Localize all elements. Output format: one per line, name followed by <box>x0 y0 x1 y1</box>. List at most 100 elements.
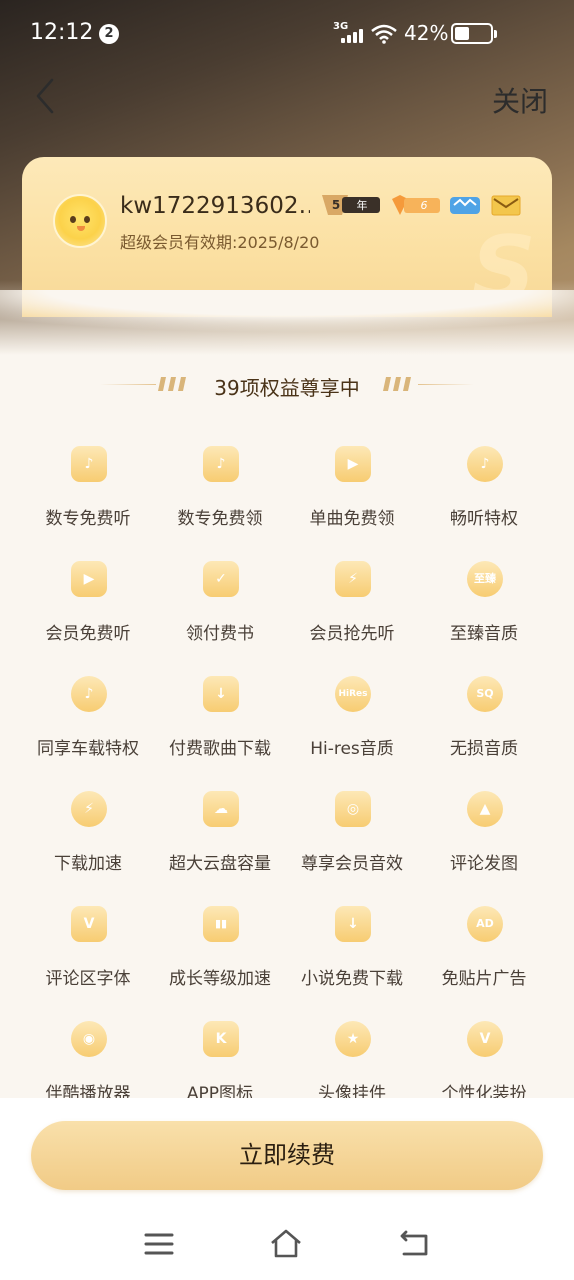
benefit-label: 头像挂件 <box>318 1084 386 1098</box>
benefit-glyph: ▶ <box>83 571 95 587</box>
comment-font-icon: V <box>71 906 107 942</box>
close-button[interactable]: 关闭 <box>492 80 548 120</box>
benefit-glyph: V <box>479 1031 491 1047</box>
back-return-icon[interactable] <box>398 1228 430 1260</box>
benefit-glyph: ▶ <box>347 456 359 472</box>
benefit-label: 无损音质 <box>450 739 518 759</box>
membership-expiry: 超级会员有效期:2025/8/20 <box>120 233 320 252</box>
benefit-label: 下载加速 <box>54 854 122 874</box>
avatar[interactable] <box>53 194 107 248</box>
benefit-label: 数专免费领 <box>177 509 263 529</box>
cloud-storage-icon: ☁ <box>203 791 239 827</box>
benefit-item[interactable]: ▶ 单曲免费领 <box>286 440 418 550</box>
benefit-glyph: ♪ <box>84 456 94 472</box>
benefit-item[interactable]: ◎ 尊享会员音效 <box>286 785 418 895</box>
car-music-icon: ♪ <box>71 676 107 712</box>
benefit-label: 至臻音质 <box>450 624 518 644</box>
benefit-glyph: ♪ <box>84 686 94 702</box>
fast-download-icon: ⚡ <box>71 791 107 827</box>
section-title: 39项权益尊享中 <box>214 376 360 400</box>
benefit-item[interactable]: SQ 无损音质 <box>418 670 550 780</box>
benefit-glyph: HiRes <box>338 689 368 699</box>
no-ad-icon: AD <box>467 906 503 942</box>
level-badge-icon[interactable]: 6 <box>390 193 442 217</box>
benefit-label: 超大云盘容量 <box>169 854 271 874</box>
tshirt-icon: V <box>467 1021 503 1057</box>
app-icon-icon: K <box>203 1021 239 1057</box>
benefit-glyph: ☁ <box>214 801 228 817</box>
title-deco-right-icon <box>383 377 411 391</box>
benefit-label: 畅听特权 <box>450 509 518 529</box>
benefit-item[interactable]: HiRes Hi-res音质 <box>286 670 418 780</box>
benefit-item[interactable]: ⚡ 下载加速 <box>22 785 154 895</box>
status-bar: 12:12 2 3G 42% <box>0 0 574 66</box>
avatar-pendant-icon: ★ <box>335 1021 371 1057</box>
benefit-item[interactable]: ♪ 同享车载特权 <box>22 670 154 780</box>
wifi-icon <box>371 24 397 44</box>
cell-signal-icon <box>341 29 365 43</box>
download-cloud-icon: ↓ <box>203 676 239 712</box>
benefit-label: 评论区字体 <box>45 969 131 989</box>
benefit-label: Hi-res音质 <box>310 739 394 759</box>
benefit-glyph: AD <box>476 917 494 930</box>
book-check-icon: ✓ <box>203 561 239 597</box>
benefit-item[interactable]: ♪ 数专免费领 <box>154 440 286 550</box>
benefit-glyph: ↓ <box>347 916 359 932</box>
benefit-item[interactable]: ▮▮ 成长等级加速 <box>154 900 286 1010</box>
benefit-item[interactable]: ◉ 伴酷播放器 <box>22 1015 154 1098</box>
benefit-item[interactable]: AD 免贴片广告 <box>418 900 550 1010</box>
menu-icon[interactable] <box>143 1228 175 1260</box>
benefit-glyph: ⚡ <box>348 571 358 587</box>
music-note-icon: ♪ <box>71 446 107 482</box>
benefit-item[interactable]: V 评论区字体 <box>22 900 154 1010</box>
novel-download-icon: ↓ <box>335 906 371 942</box>
benefit-item[interactable]: ♪ 数专免费听 <box>22 440 154 550</box>
sq-lossless-icon: SQ <box>467 676 503 712</box>
status-time: 12:12 <box>30 20 94 45</box>
benefit-label: 同享车载特权 <box>37 739 139 759</box>
master-quality-icon: 至臻 <box>467 561 503 597</box>
benefit-label: 个性化装扮 <box>441 1084 527 1098</box>
benefit-item[interactable]: ▲ 评论发图 <box>418 785 550 895</box>
benefit-glyph: ↓ <box>215 686 227 702</box>
benefit-glyph: ✓ <box>215 571 227 587</box>
benefit-glyph: ▮▮ <box>214 917 228 930</box>
benefit-item[interactable]: 至臻 至臻音质 <box>418 555 550 665</box>
benefit-glyph: ⚡ <box>84 801 94 817</box>
benefit-label: 评论发图 <box>450 854 518 874</box>
benefit-glyph: ▲ <box>479 801 491 817</box>
benefit-label: 伴酷播放器 <box>45 1084 131 1098</box>
benefit-label: 成长等级加速 <box>169 969 271 989</box>
renew-button[interactable]: 立即续费 <box>31 1121 543 1190</box>
benefit-label: 免贴片广告 <box>441 969 527 989</box>
benefit-item[interactable]: ★ 头像挂件 <box>286 1015 418 1098</box>
benefit-item[interactable]: V 个性化装扮 <box>418 1015 550 1098</box>
battery-level-fill <box>455 27 469 40</box>
benefit-glyph: 至臻 <box>474 572 496 585</box>
hires-icon: HiRes <box>335 676 371 712</box>
play-disc-icon: ▶ <box>335 446 371 482</box>
card-curve-divider <box>0 290 574 360</box>
music-box-icon: ♪ <box>203 446 239 482</box>
benefit-item[interactable]: ↓ 付费歌曲下载 <box>154 670 286 780</box>
benefit-item[interactable]: ↓ 小说免费下载 <box>286 900 418 1010</box>
benefit-glyph: ♪ <box>216 456 226 472</box>
title-divider-right <box>418 384 474 385</box>
back-arrow-icon[interactable] <box>28 76 64 116</box>
benefit-label: 数专免费听 <box>45 509 131 529</box>
five-year-badge-icon[interactable]: 5 年 <box>318 193 382 217</box>
mail-badge-icon[interactable] <box>490 193 522 217</box>
benefit-glyph: ★ <box>346 1031 360 1047</box>
benefit-item[interactable]: ▶ 会员免费听 <box>22 555 154 665</box>
benefit-label: 会员抢先听 <box>309 624 395 644</box>
benefit-item[interactable]: ✓ 领付费书 <box>154 555 286 665</box>
benefit-item[interactable]: ♪ 畅听特权 <box>418 440 550 550</box>
benefit-label: 小说免费下载 <box>301 969 403 989</box>
benefit-item[interactable]: ⚡ 会员抢先听 <box>286 555 418 665</box>
benefit-label: 单曲免费领 <box>309 509 395 529</box>
comment-image-icon: ▲ <box>467 791 503 827</box>
home-icon[interactable] <box>270 1228 302 1260</box>
benefit-item[interactable]: K APP图标 <box>154 1015 286 1098</box>
benefit-item[interactable]: ☁ 超大云盘容量 <box>154 785 286 895</box>
blue-crown-badge-icon[interactable] <box>448 193 482 217</box>
